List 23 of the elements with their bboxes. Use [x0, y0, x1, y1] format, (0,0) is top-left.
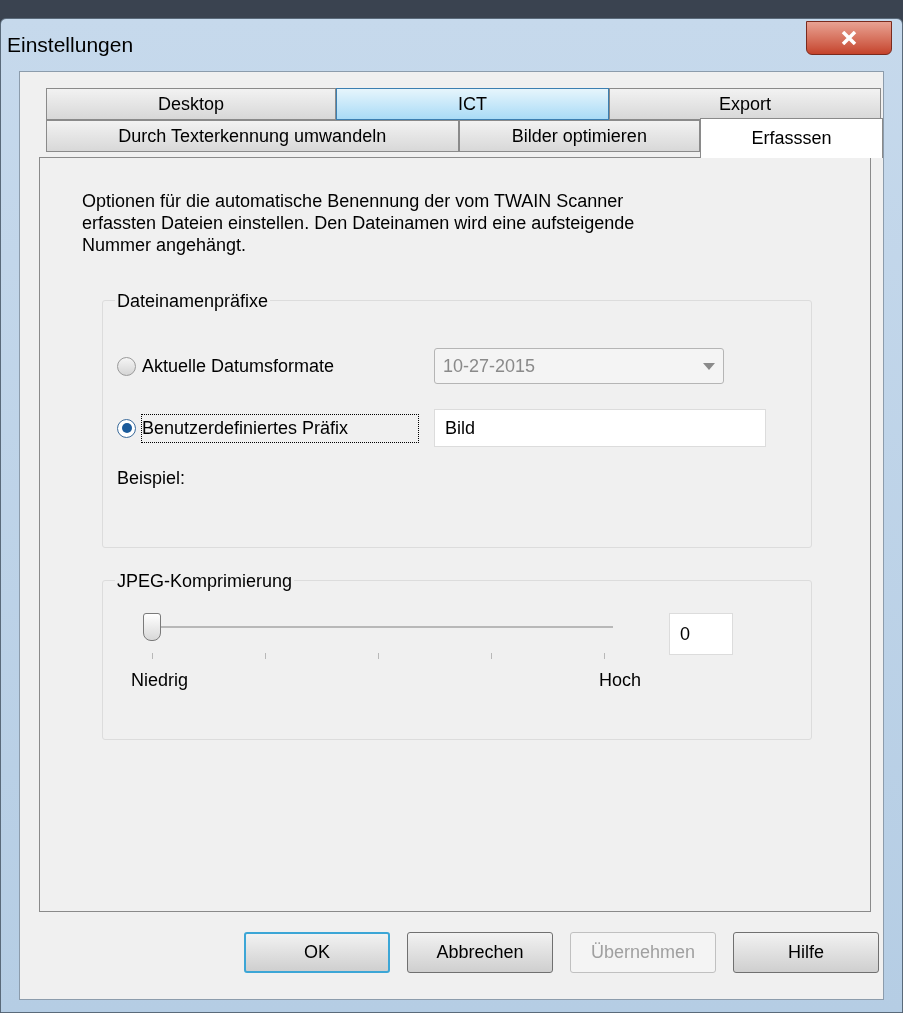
- prefix-input-field[interactable]: Bild: [434, 409, 766, 447]
- window-title: Einstellungen: [7, 32, 134, 59]
- tab[interactable]: Durch Texterkennung umwandeln: [46, 120, 459, 152]
- slider-thumb[interactable]: [143, 613, 161, 641]
- close-button[interactable]: [806, 21, 892, 55]
- tab[interactable]: Bilder optimieren: [458, 120, 701, 152]
- dropdown-arrow-icon: [703, 362, 715, 370]
- tab[interactable]: ICT: [336, 88, 609, 120]
- slider-max-label: Hoch: [598, 669, 641, 692]
- example-label: Beispiel:: [117, 468, 186, 488]
- dialog-button[interactable]: Hilfe: [733, 932, 879, 973]
- close-icon: [841, 31, 857, 45]
- description-text: Optionen für die automatische Benennung der vom TWAIN Scanner erfassten Dateien einstellen. Den Dateinamen wird eine aufsteigende Nummer angehängt.: [82, 190, 636, 256]
- dialog-button[interactable]: Abbrechen: [407, 932, 553, 973]
- radio-label[interactable]: Benutzerdefiniertes Präfix: [142, 414, 418, 442]
- tab[interactable]: Desktop: [46, 88, 336, 120]
- compression-slider[interactable]: [143, 613, 613, 659]
- dialog-button[interactable]: OK: [244, 932, 390, 973]
- radio-button[interactable]: [117, 418, 136, 438]
- compression-value-field[interactable]: 0: [669, 613, 733, 655]
- tab[interactable]: Export: [609, 88, 881, 120]
- slider-min-label: Niedrig: [131, 669, 189, 692]
- tab[interactable]: Erfasssen: [700, 118, 883, 158]
